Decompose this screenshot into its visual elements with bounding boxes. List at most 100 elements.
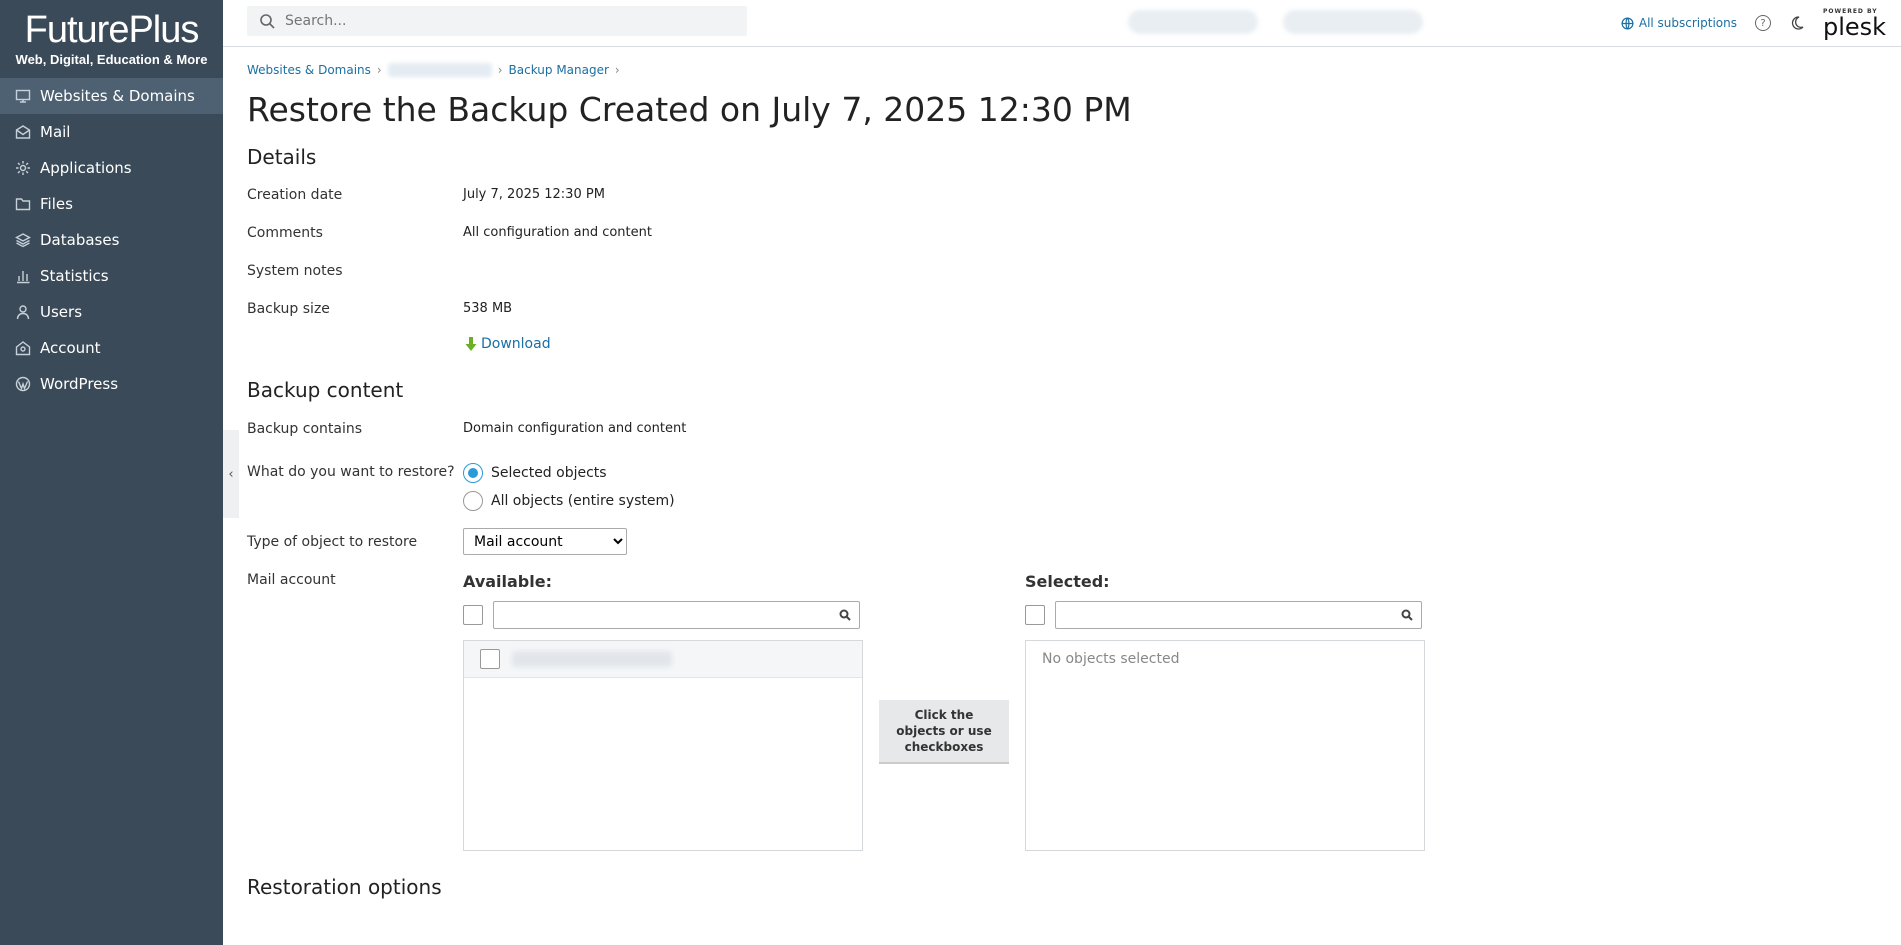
search-box[interactable] [247, 6, 747, 36]
available-title: Available: [463, 572, 552, 591]
folder-icon [14, 195, 32, 213]
backup-contains-value: Domain configuration and content [463, 421, 687, 436]
redacted-pill [1283, 10, 1423, 34]
creation-date-label: Creation date [247, 187, 343, 203]
backup-contains-label: Backup contains [247, 421, 363, 437]
sidebar-item-label: Mail [40, 123, 71, 141]
breadcrumb-redacted-domain[interactable] [387, 63, 492, 77]
help-icon[interactable]: ? [1755, 15, 1771, 31]
sidebar-item-account[interactable]: Account [0, 330, 223, 366]
sidebar-item-mail[interactable]: Mail [0, 114, 223, 150]
no-objects-selected-text: No objects selected [1042, 651, 1180, 667]
radio-button-checked[interactable] [463, 463, 483, 483]
gear-icon [14, 159, 32, 177]
download-arrow-icon [465, 337, 477, 351]
all-subscriptions-link[interactable]: All subscriptions [1621, 16, 1737, 30]
transfer-controls: Click the objects or use checkboxes [863, 572, 1025, 764]
radio-selected-objects-label: Selected objects [491, 465, 607, 481]
sidebar-item-label: Files [40, 195, 73, 213]
plesk-logo: POWERED BY plesk [1823, 3, 1886, 43]
sidebar-item-label: Databases [40, 231, 120, 249]
radio-all-objects-label: All objects (entire system) [491, 493, 675, 509]
system-notes-label: System notes [247, 263, 343, 279]
comments-label: Comments [247, 225, 323, 241]
sidebar-item-label: Websites & Domains [40, 87, 195, 105]
object-type-select[interactable]: Mail account [463, 528, 627, 555]
wordpress-icon [14, 375, 32, 393]
sidebar-item-label: Applications [40, 159, 132, 177]
page-title: Restore the Backup Created on July 7, 20… [247, 90, 1132, 129]
radio-selected-objects[interactable]: Selected objects [463, 462, 675, 484]
sidebar-item-users[interactable]: Users [0, 294, 223, 330]
chevron-left-icon: ‹ [228, 466, 234, 482]
list-item[interactable] [464, 641, 862, 678]
redacted-mail-account [512, 651, 672, 667]
sidebar-item-label: WordPress [40, 375, 119, 393]
selected-filter-input[interactable] [1055, 601, 1422, 629]
selected-title: Selected: [1025, 572, 1110, 591]
restoration-options-heading: Restoration options [247, 875, 442, 899]
sidebar-item-label: Statistics [40, 267, 109, 285]
mail-account-label: Mail account [247, 572, 336, 588]
restore-options: Selected objects All objects (entire sys… [463, 462, 675, 518]
download-link[interactable]: Download [463, 336, 551, 352]
selected-list: No objects selected [1025, 640, 1425, 851]
sidebar-nav: Websites & Domains Mail Applications Fil… [0, 78, 223, 402]
breadcrumb-separator: › [497, 63, 503, 77]
layers-icon [14, 231, 32, 249]
brand-subtitle: Web, Digital, Education & More [15, 52, 208, 67]
backup-size-label: Backup size [247, 301, 330, 317]
radio-button-unchecked[interactable] [463, 491, 483, 511]
sidebar-item-label: Users [40, 303, 83, 321]
sidebar-collapse-toggle[interactable]: ‹ [223, 430, 239, 518]
sidebar-item-files[interactable]: Files [0, 186, 223, 222]
available-select-all-checkbox[interactable] [463, 605, 483, 625]
available-filter-row [463, 601, 863, 629]
download-label: Download [481, 336, 551, 352]
search-input[interactable] [285, 13, 725, 29]
backup-size-value: 538 MB [463, 301, 513, 316]
restore-question-label: What do you want to restore? [247, 464, 455, 480]
available-filter-input[interactable] [493, 601, 860, 629]
plesk-wordmark: plesk [1823, 13, 1887, 41]
sidebar-item-statistics[interactable]: Statistics [0, 258, 223, 294]
comments-value: All configuration and content [463, 225, 652, 240]
available-column: Available: [463, 572, 863, 851]
restore-choice-row: What do you want to restore? Selected ob… [247, 462, 1877, 518]
object-type-label: Type of object to restore [247, 533, 418, 550]
brand-title: FuturePlus [24, 9, 200, 51]
radio-all-objects[interactable]: All objects (entire system) [463, 490, 675, 512]
system-notes-row: System notes [247, 263, 1877, 279]
search-icon [839, 609, 851, 621]
selected-select-all-checkbox[interactable] [1025, 605, 1045, 625]
sidebar-item-wordpress[interactable]: WordPress [0, 366, 223, 402]
selected-filter-row [1025, 601, 1425, 629]
sidebar: FuturePlus Web, Digital, Education & Mor… [0, 0, 223, 945]
globe-icon [1621, 17, 1634, 29]
backup-contains-row: Backup contains Domain configuration and… [247, 421, 1877, 437]
creation-date-value: July 7, 2025 12:30 PM [463, 187, 605, 202]
bar-chart-icon [14, 267, 32, 285]
breadcrumb-separator: › [614, 63, 620, 77]
details-heading: Details [247, 145, 317, 169]
sidebar-item-applications[interactable]: Applications [0, 150, 223, 186]
backup-size-row: Backup size 538 MB [247, 301, 1877, 317]
comments-row: Comments All configuration and content [247, 225, 1877, 241]
move-objects-button[interactable]: Click the objects or use checkboxes [879, 700, 1009, 764]
sidebar-item-label: Account [40, 339, 101, 357]
user-icon [14, 303, 32, 321]
breadcrumb-websites-domains[interactable]: Websites & Domains [247, 63, 371, 77]
search-icon [1401, 609, 1413, 621]
monitor-icon [14, 87, 32, 105]
object-type-row: Type of object to restore Mail account [247, 528, 1877, 555]
brand-logo[interactable]: FuturePlus Web, Digital, Education & Mor… [0, 0, 223, 78]
list-item-checkbox[interactable] [480, 649, 500, 669]
available-list [463, 640, 863, 851]
sidebar-item-databases[interactable]: Databases [0, 222, 223, 258]
breadcrumb-backup-manager[interactable]: Backup Manager [509, 63, 609, 77]
top-right-tools: All subscriptions ? POWERED BY plesk [1621, 0, 1886, 46]
moon-icon[interactable] [1789, 15, 1805, 31]
sidebar-item-websites-domains[interactable]: Websites & Domains [0, 78, 223, 114]
backup-content-heading: Backup content [247, 378, 404, 402]
main-content: Websites & Domains › › Backup Manager › … [247, 47, 1877, 899]
